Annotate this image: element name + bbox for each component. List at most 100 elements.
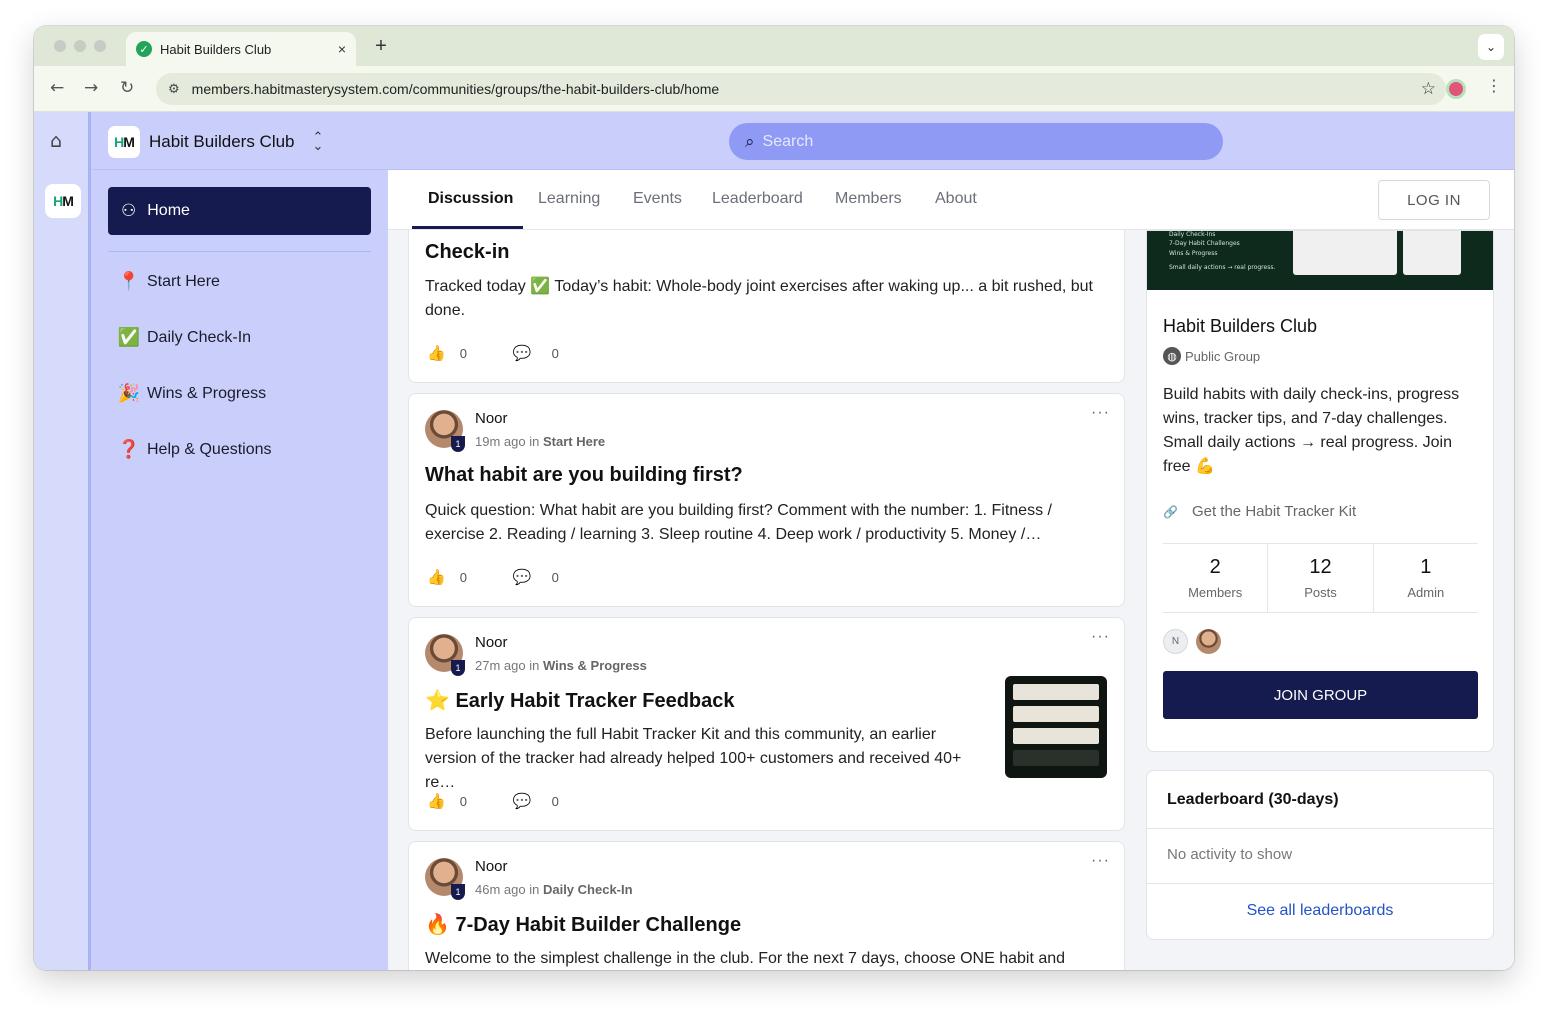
search-input[interactable]: [762, 132, 1163, 151]
close-window-button[interactable]: [54, 40, 66, 52]
banner-text: Daily Check-Ins: [1169, 231, 1216, 238]
post-card[interactable]: 1 Noor 19m ago in Start Here ··· What ha…: [408, 393, 1125, 607]
post-actions: 👍 0 💬 0: [427, 568, 559, 586]
tab-search-chevron-icon[interactable]: ⌄: [1478, 34, 1504, 60]
tab-members[interactable]: Members: [835, 190, 902, 208]
browser-window: ✓ Habit Builders Club × + ⌄ ← → ↻ ⚙ memb…: [34, 26, 1514, 970]
top-bar: HM Habit Builders Club ⌃ ⌄ ⌕: [91, 112, 1514, 170]
avatar[interactable]: [1196, 629, 1221, 654]
reload-icon[interactable]: ↻: [120, 78, 134, 98]
home-icon[interactable]: ⌂: [50, 130, 62, 152]
post-thumbnail[interactable]: [1005, 676, 1107, 778]
avatar[interactable]: N: [1163, 629, 1188, 654]
globe-icon: ◍: [1163, 347, 1181, 365]
like-icon[interactable]: 👍: [427, 568, 446, 586]
post-meta: 46m ago in Daily Check-In: [475, 882, 633, 897]
back-arrow-icon[interactable]: ←: [50, 78, 64, 98]
like-count: 0: [459, 793, 467, 809]
browser-tab[interactable]: ✓ Habit Builders Club ×: [126, 32, 356, 66]
sidebar-item-help-questions[interactable]: ❓ Help & Questions: [117, 439, 272, 460]
bookmark-star-icon[interactable]: ☆: [1421, 79, 1436, 99]
stat-posts[interactable]: 12 Posts: [1268, 544, 1374, 612]
community-logo[interactable]: HM: [45, 184, 81, 218]
post-category[interactable]: Daily Check-In: [543, 882, 633, 897]
group-link[interactable]: 🔗 Get the Habit Tracker Kit: [1163, 503, 1356, 520]
site-settings-icon[interactable]: ⚙: [168, 82, 180, 97]
address-bar[interactable]: ⚙ members.habitmasterysystem.com/communi…: [156, 73, 1446, 105]
post-category[interactable]: Wins & Progress: [543, 658, 647, 673]
avatar[interactable]: 1: [425, 634, 465, 676]
post-time: 46m ago: [475, 882, 526, 897]
more-options-icon[interactable]: ···: [1091, 628, 1110, 646]
question-mark-icon: ❓: [117, 439, 141, 460]
stat-value: 1: [1420, 556, 1432, 578]
sidebar-item-start-here[interactable]: 📍 Start Here: [117, 271, 220, 292]
banner-text: Wins & Progress: [1169, 250, 1218, 257]
page-tabs: Discussion Learning Events Leaderboard M…: [388, 170, 1514, 230]
avatar[interactable]: 1: [425, 410, 465, 452]
join-group-button[interactable]: JOIN GROUP: [1163, 671, 1478, 719]
stat-members[interactable]: 2 Members: [1163, 544, 1269, 612]
tab-about[interactable]: About: [935, 190, 977, 208]
url-text[interactable]: members.habitmasterysystem.com/communiti…: [192, 81, 1421, 97]
post-title[interactable]: 🔥 7-Day Habit Builder Challenge: [425, 912, 741, 937]
search-bar[interactable]: ⌕: [729, 123, 1223, 160]
avatar[interactable]: 1: [425, 858, 465, 900]
divider: [1147, 883, 1493, 884]
tab-discussion[interactable]: Discussion: [428, 190, 513, 208]
post-card[interactable]: 1 Noor 27m ago in Wins & Progress ··· ⭐ …: [408, 617, 1125, 831]
tab-learning[interactable]: Learning: [538, 190, 600, 208]
divider: [108, 251, 371, 252]
group-link-label[interactable]: Get the Habit Tracker Kit: [1192, 503, 1356, 520]
profile-extension-icon[interactable]: [1446, 79, 1466, 99]
post-title[interactable]: ⭐ Early Habit Tracker Feedback: [425, 688, 735, 713]
stat-label: Posts: [1304, 585, 1337, 600]
tab-close-icon[interactable]: ×: [338, 41, 346, 57]
post-time: 19m ago: [475, 434, 526, 449]
stat-admin[interactable]: 1 Admin: [1374, 544, 1478, 612]
post-title[interactable]: What habit are you building first?: [425, 464, 743, 487]
tab-title: Habit Builders Club: [160, 41, 272, 57]
tab-events[interactable]: Events: [633, 190, 682, 208]
post-title[interactable]: Check-in: [425, 241, 509, 264]
post-category[interactable]: Start Here: [543, 434, 605, 449]
leaderboard-empty: No activity to show: [1167, 846, 1293, 863]
right-column: Daily Check-Ins 7-Day Habit Challenges W…: [1146, 230, 1494, 970]
more-options-icon[interactable]: ···: [1091, 404, 1110, 422]
main-content: Discussion Learning Events Leaderboard M…: [388, 170, 1514, 970]
post-card[interactable]: Check-in Tracked today ✅ Today’s habit: …: [408, 230, 1125, 383]
comment-icon[interactable]: 💬: [513, 344, 532, 362]
log-in-button[interactable]: LOG IN: [1378, 180, 1490, 220]
post-meta: 27m ago in Wins & Progress: [475, 658, 647, 673]
post-card[interactable]: 1 Noor 46m ago in Daily Check-In ··· 🔥 7…: [408, 841, 1125, 970]
sidebar-item-wins-progress[interactable]: 🎉 Wins & Progress: [117, 383, 266, 404]
group-switcher[interactable]: HM Habit Builders Club ⌃ ⌄: [108, 126, 323, 158]
banner-screenshot: [1293, 231, 1397, 275]
post-author[interactable]: Noor: [475, 634, 508, 651]
zoom-window-button[interactable]: [94, 40, 106, 52]
sidebar-item-daily-check-in[interactable]: ✅ Daily Check-In: [117, 327, 251, 348]
banner-text: 7-Day Habit Challenges: [1169, 240, 1240, 247]
see-all-leaderboards-link[interactable]: See all leaderboards: [1147, 902, 1493, 920]
expand-collapse-icon[interactable]: ⌃ ⌄: [313, 131, 324, 153]
group-title: Habit Builders Club: [1163, 316, 1318, 336]
post-author[interactable]: Noor: [475, 410, 508, 427]
post-author[interactable]: Noor: [475, 858, 508, 875]
browser-menu-icon[interactable]: ⋮: [1486, 76, 1502, 95]
forward-arrow-icon[interactable]: →: [84, 78, 98, 98]
favicon-check-icon: ✓: [136, 41, 152, 57]
tab-leaderboard[interactable]: Leaderboard: [712, 190, 803, 208]
new-tab-button[interactable]: +: [370, 35, 392, 58]
comment-icon[interactable]: 💬: [513, 792, 532, 810]
comment-icon[interactable]: 💬: [513, 568, 532, 586]
window-controls: [54, 40, 106, 52]
logo-letter-h: H: [53, 193, 63, 209]
sidebar-item-label: Home: [147, 202, 190, 219]
sidebar-item-home[interactable]: ⚇ Home: [108, 187, 371, 235]
like-icon[interactable]: 👍: [427, 344, 446, 362]
like-icon[interactable]: 👍: [427, 792, 446, 810]
more-options-icon[interactable]: ···: [1091, 852, 1110, 870]
comment-count: 0: [551, 793, 559, 809]
minimize-window-button[interactable]: [74, 40, 86, 52]
leaderboard-card: Leaderboard (30-days) No activity to sho…: [1146, 770, 1494, 940]
